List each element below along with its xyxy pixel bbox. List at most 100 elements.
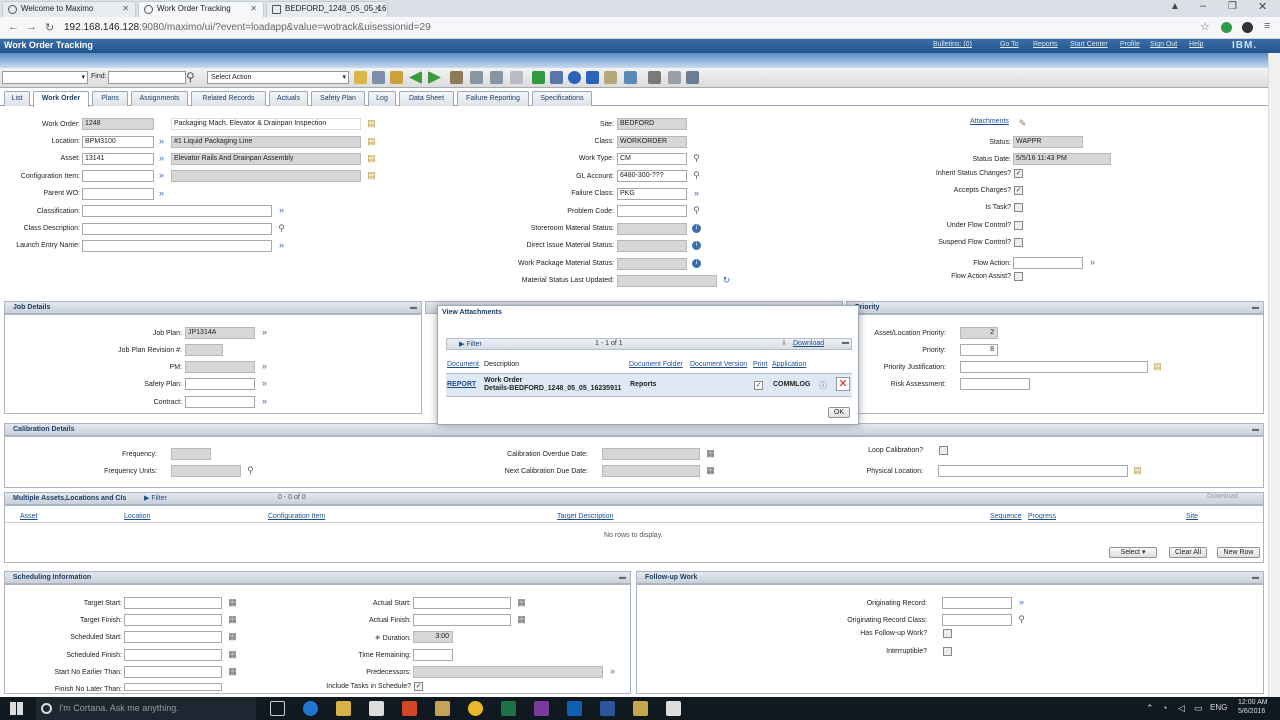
language-indicator[interactable]: ENG: [1210, 703, 1227, 712]
info-icon[interactable]: i: [692, 224, 701, 233]
duplicate-icon[interactable]: [510, 71, 523, 84]
search-icon[interactable]: ⚲: [1017, 615, 1026, 624]
loop-calibration-checkbox[interactable]: [939, 446, 948, 455]
download-link[interactable]: Download: [793, 340, 824, 347]
excel-icon[interactable]: [501, 701, 516, 716]
tab-failure-reporting[interactable]: Failure Reporting: [457, 91, 529, 106]
clear-all-button[interactable]: Clear All: [1169, 547, 1207, 558]
contract-field[interactable]: [185, 396, 255, 408]
detail-menu-icon[interactable]: »: [157, 154, 166, 163]
download-link[interactable]: Download: [1207, 493, 1238, 500]
file-explorer-icon[interactable]: [336, 701, 351, 716]
detail-menu-icon[interactable]: »: [260, 328, 269, 337]
originating-record-field[interactable]: [942, 597, 1012, 609]
attachments-link[interactable]: Attachments: [970, 118, 1009, 125]
approve-icon[interactable]: [532, 71, 545, 84]
info-icon[interactable]: ⓘ: [819, 380, 827, 391]
column-document-version[interactable]: Document Version: [690, 361, 747, 368]
previous-record-icon[interactable]: [409, 71, 422, 84]
browser-tab-work-order-tracking[interactable]: Work Order Tracking ✕: [138, 1, 264, 17]
column-target-description[interactable]: Target Description: [557, 513, 613, 520]
job-details-header[interactable]: Job Details ▬: [4, 301, 422, 314]
reload-icon[interactable]: ↻: [45, 21, 54, 34]
detail-menu-icon[interactable]: »: [157, 171, 166, 180]
volume-icon[interactable]: ◁: [1178, 703, 1185, 714]
search-icon[interactable]: ⚲: [692, 206, 701, 215]
detail-menu-icon[interactable]: »: [1017, 598, 1026, 607]
scheduling-information-header[interactable]: Scheduling Information ▬: [4, 571, 631, 584]
collapse-icon[interactable]: ▬: [1252, 424, 1259, 436]
refresh-icon[interactable]: ↻: [722, 276, 731, 285]
email-icon[interactable]: [624, 71, 637, 84]
edit-icon[interactable]: [390, 71, 403, 84]
tab-actuals[interactable]: Actuals: [269, 91, 308, 106]
calendar-icon[interactable]: ▦: [228, 650, 237, 659]
job-plan-field[interactable]: JP1314A: [185, 327, 255, 339]
chart-icon[interactable]: [550, 71, 563, 84]
safety-plan-field[interactable]: [185, 378, 255, 390]
include-tasks-checkbox[interactable]: ✓: [414, 682, 423, 691]
search-icon[interactable]: ⚲: [186, 70, 195, 84]
report-icon[interactable]: [668, 71, 681, 84]
info-icon[interactable]: i: [692, 259, 701, 268]
new-record-icon[interactable]: [354, 71, 367, 84]
calendar-icon[interactable]: ▦: [228, 632, 237, 641]
clock-time[interactable]: 12:00 AM: [1238, 699, 1268, 706]
column-print[interactable]: Print: [753, 361, 767, 368]
workflow-icon[interactable]: [686, 71, 699, 84]
problem-code-field[interactable]: [617, 205, 687, 217]
notification-icon[interactable]: ▭: [1194, 703, 1203, 714]
extension-icon[interactable]: [1242, 22, 1253, 33]
calendar-icon[interactable]: ▦: [517, 615, 526, 624]
gl-account-field[interactable]: 6480-300-???: [617, 170, 687, 182]
detail-menu-icon[interactable]: »: [260, 362, 269, 371]
extension-icon[interactable]: [1221, 22, 1232, 33]
network-icon[interactable]: ◔: [1162, 703, 1167, 713]
start-no-earlier-than-field[interactable]: [124, 666, 222, 678]
detail-menu-icon[interactable]: »: [260, 379, 269, 388]
route-workflow-icon[interactable]: [450, 71, 463, 84]
save-icon[interactable]: [372, 71, 385, 84]
close-tab-icon[interactable]: ✕: [250, 2, 257, 16]
work-type-field[interactable]: CM: [617, 153, 687, 165]
saved-query-select[interactable]: ▾: [2, 71, 88, 84]
detail-menu-icon[interactable]: »: [692, 189, 701, 198]
cancel-icon[interactable]: [586, 71, 599, 84]
start-center-link[interactable]: Start Center: [1070, 41, 1108, 48]
profile-icon[interactable]: ▲: [1170, 1, 1180, 12]
priority-field[interactable]: 8: [960, 344, 998, 356]
search-icon[interactable]: ⚲: [692, 154, 701, 163]
physical-location-field[interactable]: [938, 465, 1128, 477]
calendar-icon[interactable]: ▦: [706, 449, 715, 458]
word-icon[interactable]: [600, 701, 615, 716]
location-field[interactable]: BPM3100: [82, 136, 154, 148]
column-asset[interactable]: Asset: [20, 513, 38, 520]
ok-button[interactable]: OK: [828, 407, 850, 418]
collapse-icon[interactable]: ▬: [1252, 572, 1259, 584]
launch-entry-name-field[interactable]: [82, 240, 272, 252]
tab-safety-plan[interactable]: Safety Plan: [311, 91, 365, 106]
failure-class-field[interactable]: PKG: [617, 188, 687, 200]
tab-log[interactable]: Log: [368, 91, 396, 106]
browser-tab-welcome[interactable]: Welcome to Maximo ✕: [2, 1, 136, 17]
detail-menu-icon[interactable]: »: [1088, 258, 1097, 267]
close-tab-icon[interactable]: ✕: [374, 2, 381, 16]
actual-finish-field[interactable]: [413, 614, 511, 626]
collapse-icon[interactable]: ▬: [619, 572, 626, 584]
configuration-item-field[interactable]: [82, 170, 154, 182]
attachments-icon[interactable]: ✎: [1018, 119, 1027, 128]
cortana-search-box[interactable]: I'm Cortana. Ask me anything.: [36, 697, 256, 720]
find-input[interactable]: [108, 71, 186, 84]
clock-date[interactable]: 5/6/2016: [1238, 708, 1265, 715]
menu-icon[interactable]: ≡: [1264, 20, 1270, 32]
multiple-assets-header[interactable]: Multiple Assets,Locations and CIs: [4, 492, 1264, 505]
originating-record-class-field[interactable]: [942, 614, 1012, 626]
long-description-icon[interactable]: ▤: [367, 119, 376, 128]
collapse-icon[interactable]: ▬: [410, 302, 417, 314]
plans-icon[interactable]: [490, 71, 503, 84]
column-document[interactable]: Document: [447, 361, 479, 368]
long-description-icon[interactable]: ▤: [367, 171, 376, 180]
select-action-dropdown[interactable]: Select Action ▾: [207, 71, 349, 84]
class-description-field[interactable]: [82, 223, 272, 235]
column-application[interactable]: Application: [772, 361, 806, 368]
